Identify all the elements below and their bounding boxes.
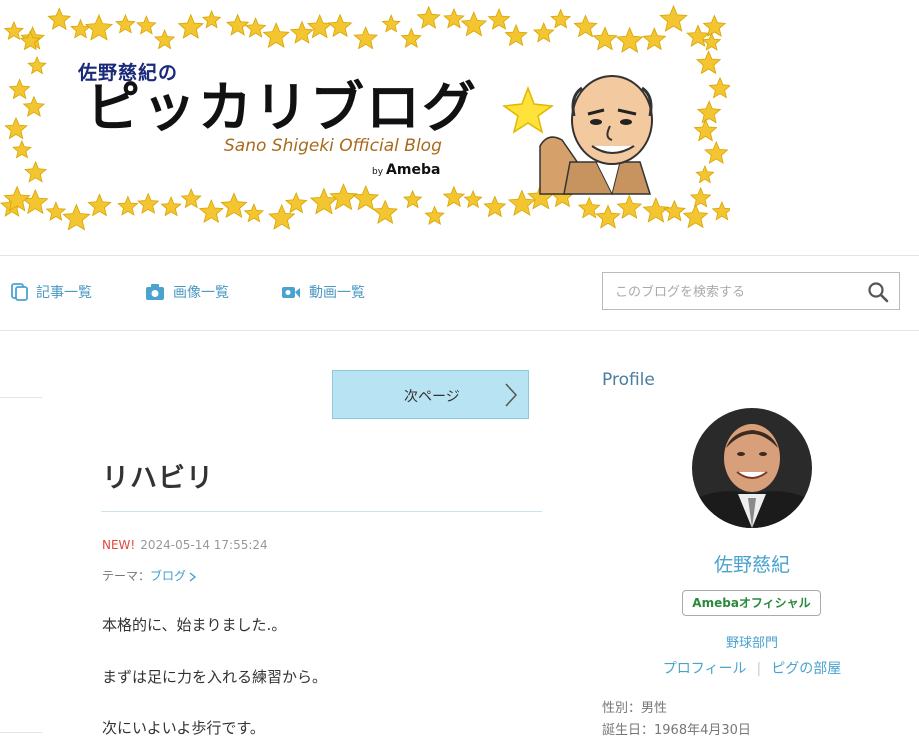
entry-theme: テーマ：ブログ: [102, 567, 197, 584]
profile-birthday: 誕生日：1968年4月30日: [602, 723, 751, 738]
ameba-official-badge: Amebaオフィシャル: [682, 590, 821, 616]
nav-article-list-label: 記事一覧: [36, 285, 92, 301]
video-camera-icon: [282, 287, 300, 298]
blog-search-input[interactable]: [613, 281, 857, 303]
divider: [0, 732, 42, 733]
chevron-right-icon: [189, 572, 197, 582]
camera-icon: [146, 284, 164, 300]
blog-header-banner[interactable]: 佐野慈紀の ピッカリブログ Sano Shigeki Official Blog…: [0, 0, 730, 232]
entry-body-line: 本格的に、始まりました.。: [102, 616, 287, 634]
caricature-illustration: [501, 75, 653, 196]
profile-avatar[interactable]: [692, 408, 812, 528]
pigg-room-link[interactable]: ピグの部屋: [771, 661, 841, 677]
link-separator: |: [756, 661, 762, 677]
nav-article-list[interactable]: 記事一覧: [10, 282, 92, 302]
profile-name[interactable]: 佐野慈紀: [602, 550, 902, 577]
entry-title[interactable]: リハビリ: [102, 456, 214, 495]
nav-video-list-label: 動画一覧: [309, 285, 365, 301]
ameba-logo: by Ameba: [372, 162, 441, 178]
new-badge: NEW!: [102, 538, 136, 552]
search-icon[interactable]: [867, 281, 889, 303]
profile-links: プロフィール | ピグの部屋: [602, 658, 902, 678]
entry-body-line: まずは足に力を入れる練習から。: [102, 668, 328, 686]
next-page-label: 次ページ: [404, 389, 460, 405]
banner-title: ピッカリブログ: [86, 75, 478, 139]
nav-video-list[interactable]: 動画一覧: [281, 282, 365, 302]
theme-link[interactable]: ブログ: [150, 569, 197, 583]
blog-search-box: [602, 272, 900, 310]
entry-body-line: 次にいよいよ歩行です。: [102, 719, 265, 737]
nav-image-list[interactable]: 画像一覧: [145, 282, 229, 302]
blog-nav: 記事一覧 画像一覧 動画一覧: [0, 255, 919, 331]
sidebar-heading: Profile: [602, 370, 655, 390]
document-list-icon: [11, 283, 28, 301]
profile-gender: 性別：男性: [602, 701, 668, 716]
profile-link[interactable]: プロフィール: [663, 661, 747, 677]
title-divider: [101, 511, 542, 512]
entry-meta: NEW! 2024-05-14 17:55:24: [102, 538, 268, 552]
profile-category[interactable]: 野球部門: [602, 632, 902, 651]
banner-subtitle: Sano Shigeki Official Blog: [224, 136, 442, 156]
entry-datetime: 2024-05-14 17:55:24: [140, 538, 268, 552]
avatar-photo: [692, 408, 812, 528]
next-page-button[interactable]: 次ページ: [332, 370, 529, 419]
nav-image-list-label: 画像一覧: [173, 285, 229, 301]
divider: [0, 397, 42, 398]
theme-label: テーマ：: [102, 569, 151, 583]
chevron-right-icon: [505, 383, 518, 407]
